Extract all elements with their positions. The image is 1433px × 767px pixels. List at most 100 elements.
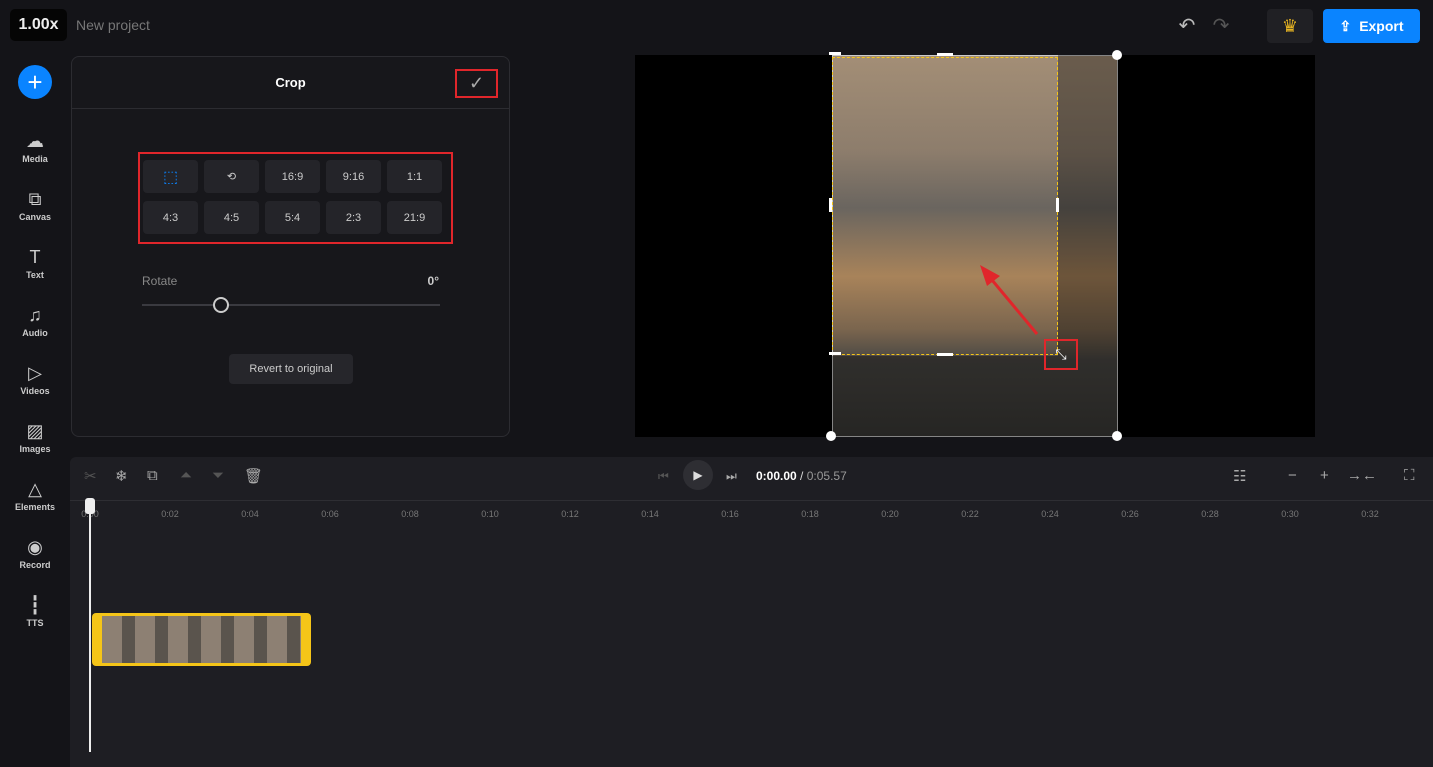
fit-icon[interactable]: →← [1347, 467, 1377, 484]
audio-icon: ♫ [28, 304, 42, 325]
ratio-button[interactable]: 9:16 [326, 160, 381, 193]
skip-back-icon[interactable]: ⏮ [658, 469, 669, 484]
revert-button[interactable]: Revert to original [229, 354, 353, 384]
current-time: 0:00.00 [756, 469, 797, 483]
project-title[interactable]: New project [76, 17, 150, 33]
sidebar-item-canvas[interactable]: ⧉ Canvas [0, 176, 70, 234]
sidebar-item-label: Text [26, 269, 44, 280]
ruler-tick: 0:20 [881, 509, 899, 519]
images-icon: ▨ [26, 420, 44, 441]
sidebar-item-audio[interactable]: ♫ Audio [0, 292, 70, 350]
ratio-button[interactable]: 16:9 [265, 160, 320, 193]
sidebar-item-label: Media [22, 153, 48, 164]
ruler-tick: 0:10 [481, 509, 499, 519]
media-icon: ☁ [26, 130, 44, 151]
ruler-tick: 0:04 [241, 509, 259, 519]
ruler-tick: 0:32 [1361, 509, 1379, 519]
sidebar-item-label: Canvas [18, 211, 52, 222]
ruler-tick: 0:30 [1281, 509, 1299, 519]
sidebar-item-text[interactable]: T Text [0, 234, 70, 292]
elements-icon: △ [28, 478, 42, 499]
export-label: Export [1359, 18, 1404, 34]
sidebar: ☁ Media ⧉ Canvas T Text ♫ Audio ▷ Videos ▨ Images △ E… [0, 118, 70, 640]
crop-handle[interactable] [829, 198, 832, 212]
ruler-tick: 0:02 [161, 509, 179, 519]
ratio-button[interactable]: 2:3 [326, 201, 381, 234]
canvas-icon: ⧉ [28, 188, 42, 209]
confirm-check-button[interactable]: ✓ [455, 69, 498, 98]
crop-handle[interactable] [829, 352, 841, 355]
rotate-value: 0° [427, 274, 439, 288]
ruler-tick: 0:14 [641, 509, 659, 519]
adjust-icon[interactable]: ☷ [1233, 467, 1246, 485]
move-up-icon[interactable]: ⏶ [180, 467, 192, 484]
crop-handle[interactable] [937, 353, 953, 356]
videos-icon: ▷ [28, 362, 42, 383]
move-down-icon[interactable]: ⏷ [212, 467, 224, 484]
time-separator: / [800, 469, 804, 483]
sidebar-item-label: Audio [22, 327, 48, 338]
fullscreen-icon[interactable]: ⛶ [1404, 467, 1415, 484]
zoom-out-icon[interactable]: − [1288, 467, 1297, 484]
ruler-tick: 0:28 [1201, 509, 1219, 519]
sidebar-item-videos[interactable]: ▷ Videos [0, 350, 70, 408]
video-corner-handle[interactable] [1112, 50, 1122, 60]
zoom-in-icon[interactable]: + [1320, 467, 1329, 484]
sidebar-item-record[interactable]: ◉ Record [0, 524, 70, 582]
crop-handle[interactable] [937, 53, 953, 56]
upload-icon: ⇪ [1339, 17, 1352, 34]
play-button[interactable]: ▶ [683, 460, 713, 490]
sidebar-item-label: Elements [14, 501, 56, 512]
record-icon: ◉ [27, 536, 43, 557]
video-corner-handle[interactable] [826, 431, 836, 441]
ruler-tick: 0:22 [961, 509, 979, 519]
video-corner-handle[interactable] [1112, 431, 1122, 441]
sidebar-item-images[interactable]: ▨ Images [0, 408, 70, 466]
time-display: 0:00.00 / 0:05.57 [756, 469, 847, 483]
crop-outside-area [832, 356, 1058, 437]
ratio-button[interactable]: 4:3 [143, 201, 198, 234]
delete-icon[interactable]: 🗑 [244, 467, 263, 485]
undo-icon[interactable]: ↶ [1176, 14, 1198, 37]
playhead[interactable] [89, 500, 91, 752]
freeze-icon[interactable]: ❄ [115, 467, 128, 485]
text-icon: T [29, 246, 41, 267]
crop-handle[interactable] [1056, 198, 1059, 212]
ratio-button[interactable]: 21:9 [387, 201, 442, 234]
sidebar-item-elements[interactable]: △ Elements [0, 466, 70, 524]
duplicate-icon[interactable]: ⧉ [147, 467, 158, 484]
sidebar-item-tts[interactable]: ┇ TTS [0, 582, 70, 640]
sidebar-item-media[interactable]: ☁ Media [0, 118, 70, 176]
export-button[interactable]: ⇪ Export [1323, 9, 1420, 43]
annotation-arrow-icon [980, 265, 1039, 335]
ratio-button[interactable]: 5:4 [265, 201, 320, 234]
video-clip[interactable] [92, 613, 311, 666]
timeline-ruler[interactable]: 0:000:020:040:060:080:100:120:140:160:18… [70, 500, 1433, 520]
resize-cursor-icon: ⤡ [1044, 339, 1078, 370]
crop-handle[interactable] [829, 52, 841, 55]
ruler-tick: 0:26 [1121, 509, 1139, 519]
rotate-label: Rotate [142, 274, 178, 288]
crown-icon[interactable]: ♛ [1267, 9, 1313, 43]
rotate-slider[interactable] [142, 304, 440, 306]
ruler-tick: 0:12 [561, 509, 579, 519]
ruler-tick: 0:18 [801, 509, 819, 519]
rotate-crop-button[interactable]: ⟲ [204, 160, 259, 193]
duration: 0:05.57 [806, 469, 847, 483]
zoom-badge[interactable]: 1.00x [10, 9, 67, 41]
ratio-button[interactable]: 4:5 [204, 201, 259, 234]
timeline: ✂ ❄ ⧉ ⏶ ⏷ 🗑 ⏮ ▶ ⏭ 0:00.00 / 0:05.57 ☷ − … [70, 457, 1433, 767]
clip-thumbnails [102, 616, 301, 663]
ratio-button[interactable]: 1:1 [387, 160, 442, 193]
redo-icon[interactable]: ↷ [1210, 14, 1232, 37]
ruler-tick: 0:24 [1041, 509, 1059, 519]
add-button[interactable]: + [18, 65, 52, 99]
sidebar-item-label: Record [19, 559, 51, 570]
rotate-slider-knob[interactable] [213, 297, 229, 313]
freeform-crop-button[interactable]: ⬚ [143, 160, 198, 193]
ruler-tick: 0:08 [401, 509, 419, 519]
split-icon[interactable]: ✂ [84, 467, 97, 485]
playhead-handle[interactable] [85, 498, 95, 514]
skip-forward-icon[interactable]: ⏭ [726, 469, 737, 484]
sidebar-item-label: Images [19, 443, 51, 454]
